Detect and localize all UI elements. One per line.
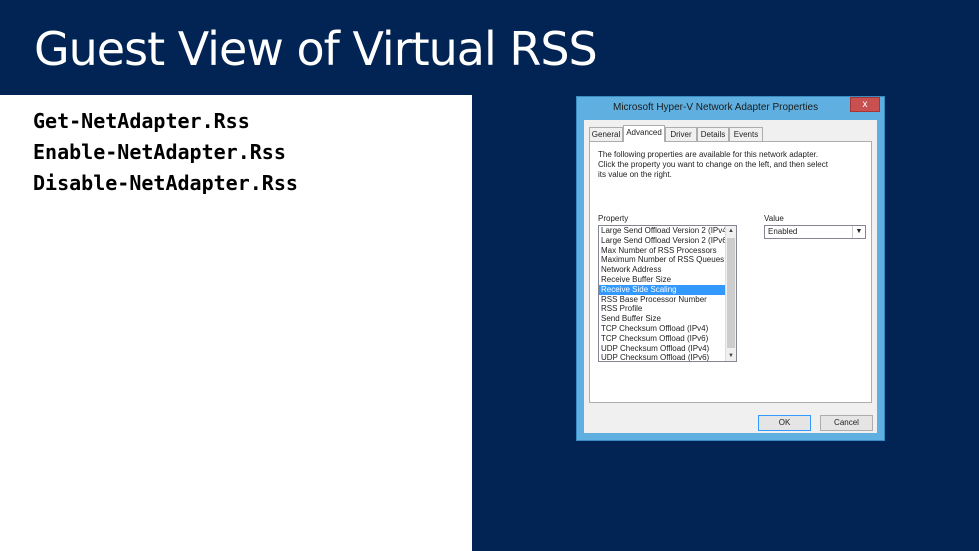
dialog-title-bar[interactable]: Microsoft Hyper-V Network Adapter Proper… — [577, 97, 884, 119]
value-label: Value — [764, 214, 784, 223]
command-get: Get-NetAdapter.Rss — [33, 109, 250, 133]
value-selected: Enabled — [768, 227, 798, 236]
list-item[interactable]: Maximum Number of RSS Queues — [599, 255, 727, 265]
command-disable: Disable-NetAdapter.Rss — [33, 171, 298, 195]
slide-title: Guest View of Virtual RSS — [34, 22, 598, 76]
tab-driver[interactable]: Driver — [665, 127, 697, 141]
list-item[interactable]: Network Address — [599, 265, 727, 275]
tab-events[interactable]: Events — [729, 127, 763, 141]
tab-general[interactable]: General — [589, 127, 623, 141]
list-item[interactable]: TCP Checksum Offload (IPv4) — [599, 324, 727, 334]
list-item[interactable]: RSS Base Processor Number — [599, 295, 727, 305]
dialog-body: General Advanced Driver Details Events T… — [584, 120, 877, 433]
list-item[interactable]: Send Buffer Size — [599, 314, 727, 324]
list-item[interactable]: Max Number of RSS Processors — [599, 246, 727, 256]
list-item[interactable]: Receive Buffer Size — [599, 275, 727, 285]
list-item[interactable]: UDP Checksum Offload (IPv6) — [599, 353, 727, 361]
list-item-selected[interactable]: Receive Side Scaling — [599, 284, 727, 295]
scroll-up-icon[interactable]: ▲ — [726, 226, 736, 236]
list-item[interactable]: Large Send Offload Version 2 (IPv6) — [599, 236, 727, 246]
list-item[interactable]: UDP Checksum Offload (IPv4) — [599, 344, 727, 354]
list-item[interactable]: RSS Profile — [599, 304, 727, 314]
command-list: Get-NetAdapter.Rss Enable-NetAdapter.Rss… — [33, 106, 298, 199]
tab-details[interactable]: Details — [697, 127, 729, 141]
panel-description: The following properties are available f… — [598, 150, 828, 179]
list-item[interactable]: TCP Checksum Offload (IPv6) — [599, 334, 727, 344]
ok-button[interactable]: OK — [758, 415, 811, 431]
list-scrollbar[interactable]: ▲ ▼ — [725, 226, 736, 361]
scroll-down-icon[interactable]: ▼ — [726, 351, 736, 361]
close-button[interactable]: x — [850, 97, 880, 112]
cancel-button[interactable]: Cancel — [820, 415, 873, 431]
dialog-title: Microsoft Hyper-V Network Adapter Proper… — [613, 102, 819, 113]
scroll-thumb[interactable] — [727, 238, 735, 348]
list-item[interactable]: Large Send Offload Version 2 (IPv4) — [599, 226, 727, 236]
tab-advanced[interactable]: Advanced — [623, 125, 665, 142]
value-dropdown[interactable]: Enabled ▼ — [764, 225, 866, 239]
command-enable: Enable-NetAdapter.Rss — [33, 140, 286, 164]
chevron-down-icon[interactable]: ▼ — [852, 226, 865, 238]
advanced-panel: The following properties are available f… — [589, 141, 872, 403]
property-listbox[interactable]: Large Send Offload Version 2 (IPv4) Larg… — [598, 225, 737, 362]
adapter-properties-dialog: Microsoft Hyper-V Network Adapter Proper… — [576, 96, 885, 441]
property-label: Property — [598, 214, 629, 223]
